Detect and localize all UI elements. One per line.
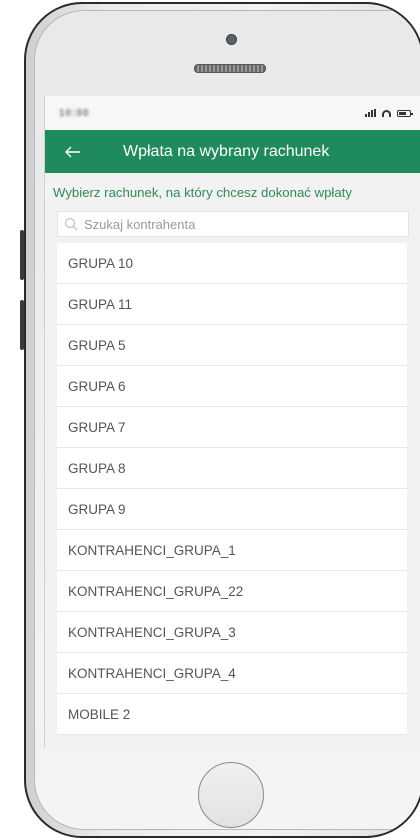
status-time: 10:00: [59, 107, 90, 119]
list-item[interactable]: GRUPA 7: [57, 407, 407, 448]
list-item-label: GRUPA 7: [68, 419, 126, 435]
home-button[interactable]: [198, 762, 264, 828]
list-item[interactable]: GRUPA 6: [57, 366, 407, 407]
list-item-label: GRUPA 5: [68, 337, 126, 353]
list-item[interactable]: GRUPA 11: [57, 284, 407, 325]
search-icon: [64, 217, 78, 231]
search-input[interactable]: [84, 216, 364, 232]
list-item-label: KONTRAHENCI_GRUPA_3: [68, 624, 236, 640]
list-item[interactable]: MOBILE 2: [57, 694, 407, 735]
list-item[interactable]: GRUPA 9: [57, 489, 407, 530]
wifi-icon: [382, 109, 391, 117]
list-item-label: MOBILE 2: [68, 706, 131, 722]
list-item-label: KONTRAHENCI_GRUPA_22: [68, 583, 244, 599]
app-bar: Wpłata na wybrany rachunek: [45, 130, 420, 173]
list-item-label: GRUPA 9: [68, 501, 126, 517]
list-item[interactable]: KONTRAHENCI_GRUPA_3: [57, 612, 407, 653]
arrow-left-icon[interactable]: [65, 142, 105, 162]
list-item-label: GRUPA 10: [68, 255, 134, 271]
account-list: GRUPA 10 GRUPA 11 GRUPA 5 GRUPA 6 GRUPA …: [57, 243, 407, 735]
status-bar: 10:00: [45, 96, 420, 130]
list-item[interactable]: KONTRAHENCI_GRUPA_4: [57, 653, 407, 694]
list-item[interactable]: KONTRAHENCI_GRUPA_22: [57, 571, 407, 612]
status-icons: [365, 109, 413, 117]
phone-screen: 10:00 Wpłata na wybrany rachunek Wybierz…: [44, 96, 420, 748]
list-item[interactable]: GRUPA 8: [57, 448, 407, 489]
earpiece-speaker: [194, 64, 266, 73]
list-item[interactable]: GRUPA 10: [57, 243, 407, 284]
list-item-label: GRUPA 8: [68, 460, 126, 476]
instruction-text: Wybierz rachunek, na który chcesz dokona…: [53, 185, 352, 200]
list-item-label: KONTRAHENCI_GRUPA_1: [68, 542, 236, 558]
list-item-label: GRUPA 6: [68, 378, 126, 394]
list-item[interactable]: KONTRAHENCI_GRUPA_1: [57, 530, 407, 571]
signal-icon: [365, 109, 376, 117]
search-box[interactable]: [57, 211, 409, 237]
list-item-label: GRUPA 11: [68, 296, 133, 312]
front-camera: [226, 34, 237, 45]
list-item-label: KONTRAHENCI_GRUPA_4: [68, 665, 236, 681]
page-title: Wpłata na wybrany rachunek: [123, 142, 330, 160]
battery-icon: [397, 109, 413, 117]
list-item[interactable]: GRUPA 5: [57, 325, 407, 366]
